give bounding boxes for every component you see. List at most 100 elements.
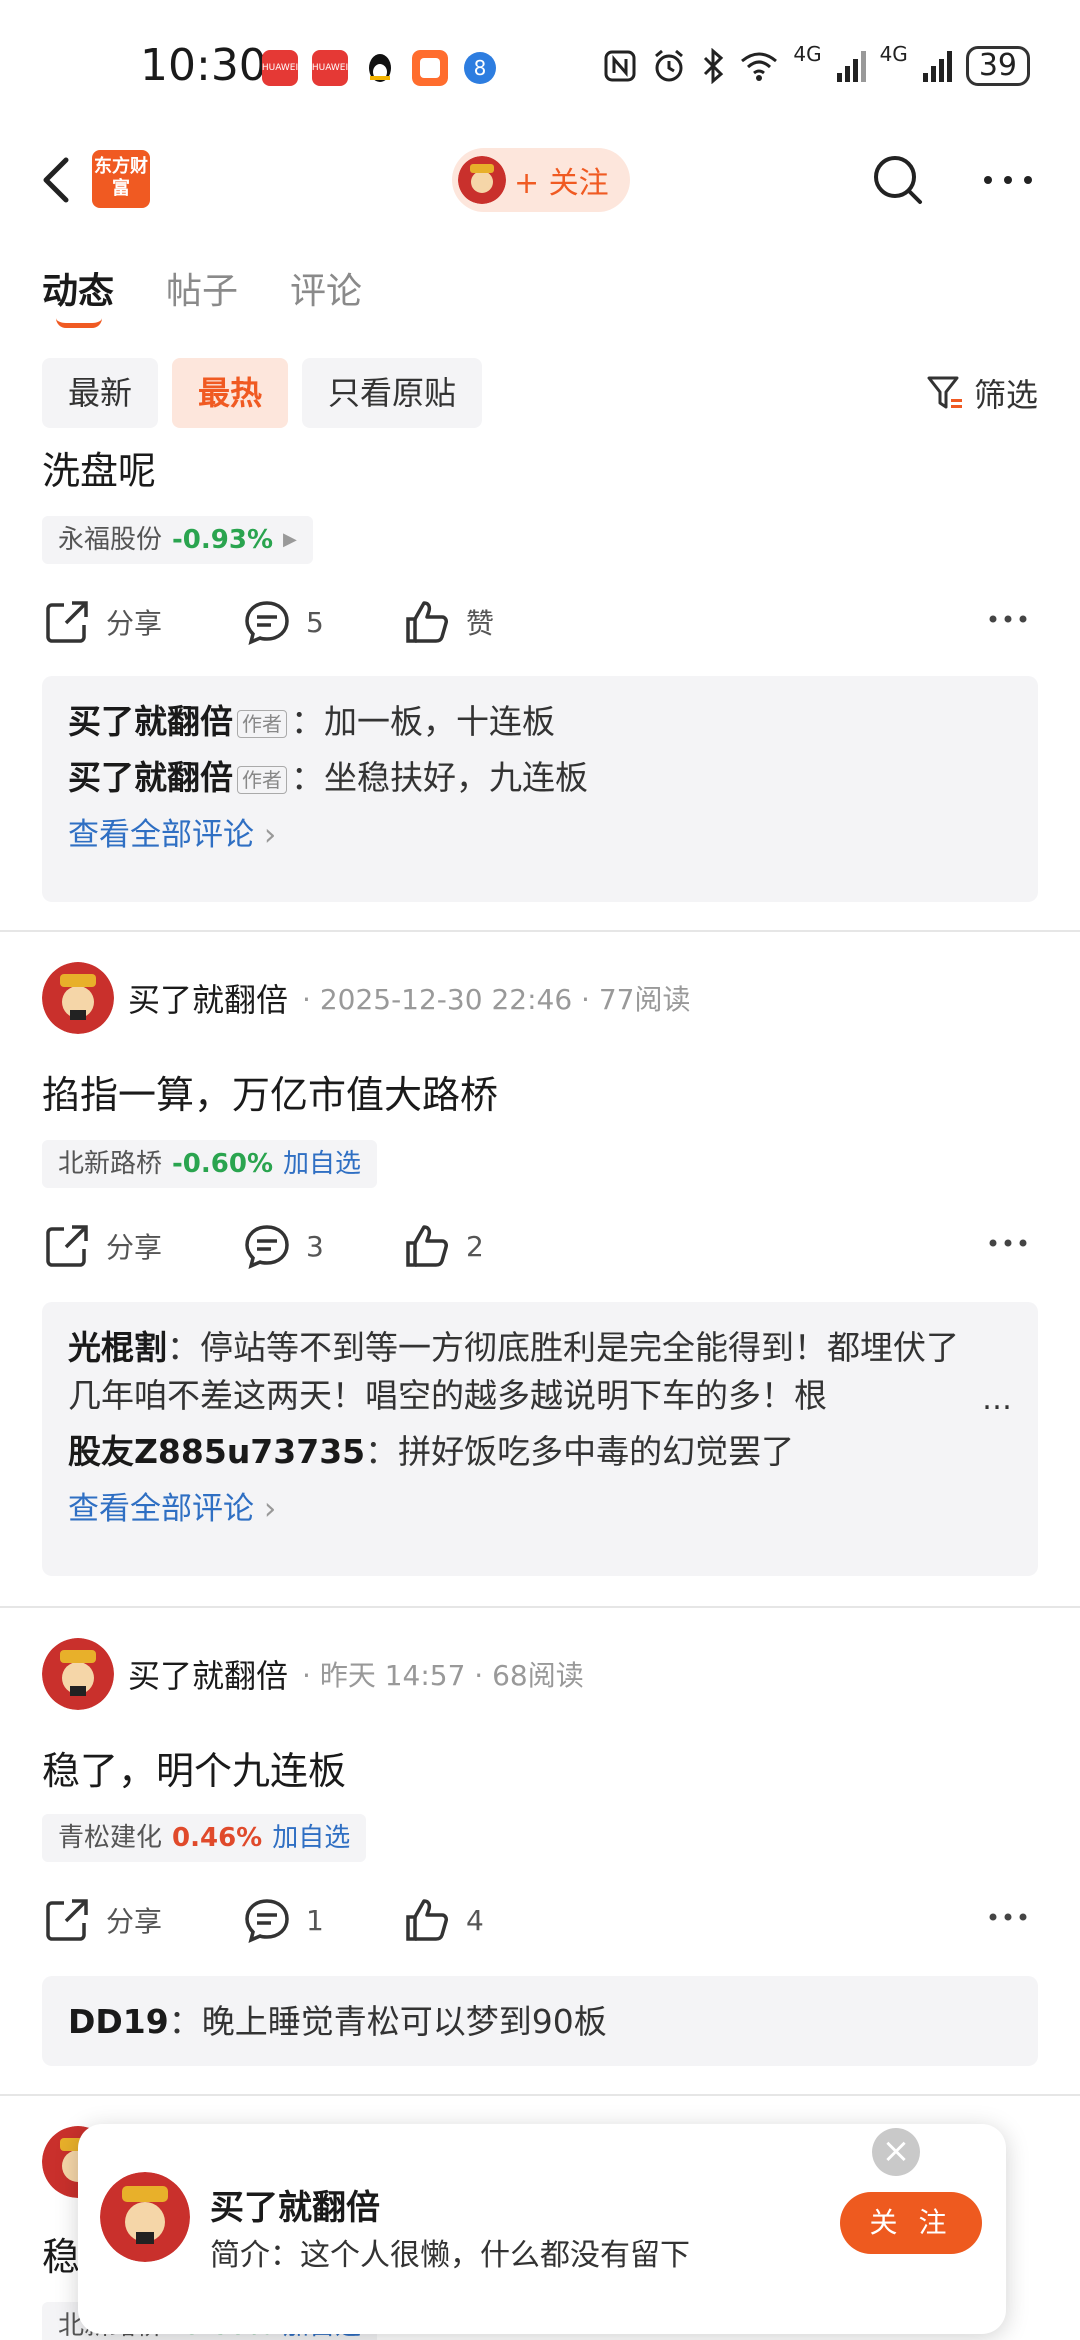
post-text[interactable]: 稳: [42, 2226, 80, 2281]
comment-text: 坐稳扶好，九连板: [324, 758, 588, 797]
filter-button[interactable]: 筛选: [926, 370, 1038, 416]
nfc-icon: [604, 50, 636, 82]
popup-follow-button[interactable]: 关 注: [840, 2192, 982, 2254]
like-button[interactable]: 4: [402, 1895, 602, 1945]
expand-ellipsis[interactable]: …: [982, 1382, 1012, 1417]
post-author[interactable]: 买了就翻倍: [128, 975, 288, 1021]
comment-button[interactable]: 3: [242, 1221, 402, 1271]
follow-suggestion-popup: 买了就翻倍 简介：这个人很懒，什么都没有留下 关 注: [78, 2124, 1006, 2334]
sort-chips: 最新 最热 只看原贴: [42, 358, 483, 428]
comment-button[interactable]: 1: [242, 1895, 402, 1945]
avatar: [458, 156, 506, 204]
post-actions: 分享 1 4: [42, 1890, 1038, 1950]
comment-text: 加一板，十连板: [324, 702, 555, 741]
tab-comments[interactable]: 评论: [290, 262, 362, 314]
back-arrow-icon[interactable]: [36, 150, 76, 210]
follow-button[interactable]: + 关注: [452, 148, 630, 212]
author-badge: 作者: [237, 709, 287, 738]
comment-preview[interactable]: 买了就翻倍 作者 ：加一板，十连板 买了就翻倍 作者 ：坐稳扶好，九连板 查看全部评论 …: [42, 676, 1038, 902]
share-icon: [46, 1225, 88, 1267]
qq-icon: [369, 54, 391, 82]
comment-author[interactable]: 股友Z885u73735: [68, 1432, 365, 1471]
tab-posts[interactable]: 帖子: [166, 262, 238, 314]
stock-tag[interactable]: 青松建化 0.46% 加自选: [42, 1814, 367, 1862]
post-text[interactable]: 稳了，明个九连板: [42, 1740, 346, 1795]
post-header: 买了就翻倍 · 2025-12-30 22:46 · 77阅读: [42, 962, 690, 1034]
search-icon[interactable]: [868, 150, 928, 210]
comment-author[interactable]: 买了就翻倍: [68, 758, 233, 797]
view-all-comments-link[interactable]: 查看全部评论 ›: [68, 1484, 1012, 1534]
chevron-right-icon: ›: [263, 1491, 277, 1527]
thumbs-up-icon: [406, 1225, 448, 1267]
comment-icon: [245, 601, 289, 646]
view-all-comments-link[interactable]: 查看全部评论 ›: [68, 810, 1012, 860]
avatar[interactable]: [42, 962, 114, 1034]
tab-label: 帖子: [166, 271, 239, 312]
tab-dynamics[interactable]: 动态: [42, 262, 115, 328]
stock-change: -0.93%: [172, 525, 274, 555]
post-meta: · 2025-12-30 22:46 · 77阅读: [302, 983, 691, 1016]
popup-author-name[interactable]: 买了就翻倍: [210, 2180, 380, 2229]
battery-indicator: 39: [965, 46, 1030, 86]
comment-button[interactable]: 5: [242, 597, 402, 647]
add-watchlist-button[interactable]: 加自选: [272, 1814, 350, 1862]
filter-icon: [927, 376, 962, 409]
view-all-label: 查看全部评论: [68, 1491, 254, 1527]
comment-author[interactable]: 光棍割: [68, 1328, 167, 1367]
blue-app-icon: 8: [464, 52, 496, 84]
post-author[interactable]: 买了就翻倍: [128, 1651, 288, 1697]
comment-preview[interactable]: DD19：晚上睡觉青松可以梦到90板: [42, 1976, 1038, 2066]
avatar[interactable]: [42, 1638, 114, 1710]
chip-latest[interactable]: 最新: [42, 358, 159, 428]
comment-preview[interactable]: 光棍割：停站等不到等一方彻底胜利是完全能得到！都埋伏了几年咱不差这两天！唱空的越…: [42, 1302, 1038, 1576]
play-arrow-icon: ▶: [283, 529, 297, 550]
post-text[interactable]: 洗盘呢: [42, 440, 156, 495]
comment-count: 3: [306, 1229, 324, 1263]
stock-tag[interactable]: 永福股份 -0.93% ▶: [42, 516, 313, 564]
comment-author[interactable]: 买了就翻倍: [68, 702, 233, 741]
share-button[interactable]: 分享: [42, 597, 242, 647]
app-logo[interactable]: 东方财富: [92, 150, 150, 208]
follow-label: + 关注: [514, 166, 609, 201]
divider: [0, 930, 1080, 932]
post-actions: 分享 3 2: [42, 1216, 1038, 1276]
like-button[interactable]: 2: [402, 1221, 602, 1271]
more-options-icon[interactable]: [988, 612, 1028, 626]
share-label: 分享: [106, 1231, 163, 1264]
chip-original-only[interactable]: 只看原贴: [302, 358, 483, 428]
huawei-icon: HUAWEI: [312, 50, 348, 86]
share-button[interactable]: 分享: [42, 1895, 242, 1945]
share-icon: [46, 1899, 88, 1941]
alarm-icon: [655, 49, 684, 82]
chip-hottest[interactable]: 最热: [172, 358, 289, 428]
avatar[interactable]: [100, 2172, 190, 2262]
like-button[interactable]: 赞: [402, 597, 602, 647]
bluetooth-icon: [704, 48, 724, 84]
status-right: 4G 4G 39: [603, 42, 1030, 86]
filter-label: 筛选: [973, 376, 1038, 414]
comment-author[interactable]: DD19: [68, 2002, 169, 2041]
like-label: 赞: [466, 607, 495, 640]
more-options-icon[interactable]: [988, 1910, 1028, 1924]
post-text[interactable]: 掐指一算，万亿市值大路桥: [42, 1064, 498, 1119]
like-count: 4: [466, 1903, 484, 1937]
post-actions: 分享 5 赞: [42, 592, 1038, 652]
comment-icon: [245, 1899, 289, 1944]
close-icon[interactable]: ×: [872, 2128, 920, 2176]
chevron-right-icon: ›: [263, 817, 277, 853]
comment-text: 拼好饭吃多中毒的幻觉罢了: [398, 1432, 795, 1471]
author-badge: 作者: [237, 765, 287, 794]
tab-label: 动态: [42, 271, 115, 312]
tab-label: 评论: [290, 271, 363, 312]
status-time: 10:30: [140, 40, 267, 91]
stock-tag[interactable]: 北新路桥 -0.60% 加自选: [42, 1140, 378, 1188]
signal-icon: [922, 51, 952, 82]
wifi-icon: [741, 52, 778, 81]
comment-item: DD19：晚上睡觉青松可以梦到90板: [68, 2002, 607, 2041]
stock-name: 永福股份: [58, 525, 163, 555]
share-button[interactable]: 分享: [42, 1221, 242, 1271]
more-options-icon[interactable]: [988, 1236, 1028, 1250]
signal-icon: [836, 51, 866, 82]
add-watchlist-button[interactable]: 加自选: [283, 1140, 361, 1188]
more-options-icon[interactable]: [980, 170, 1036, 190]
